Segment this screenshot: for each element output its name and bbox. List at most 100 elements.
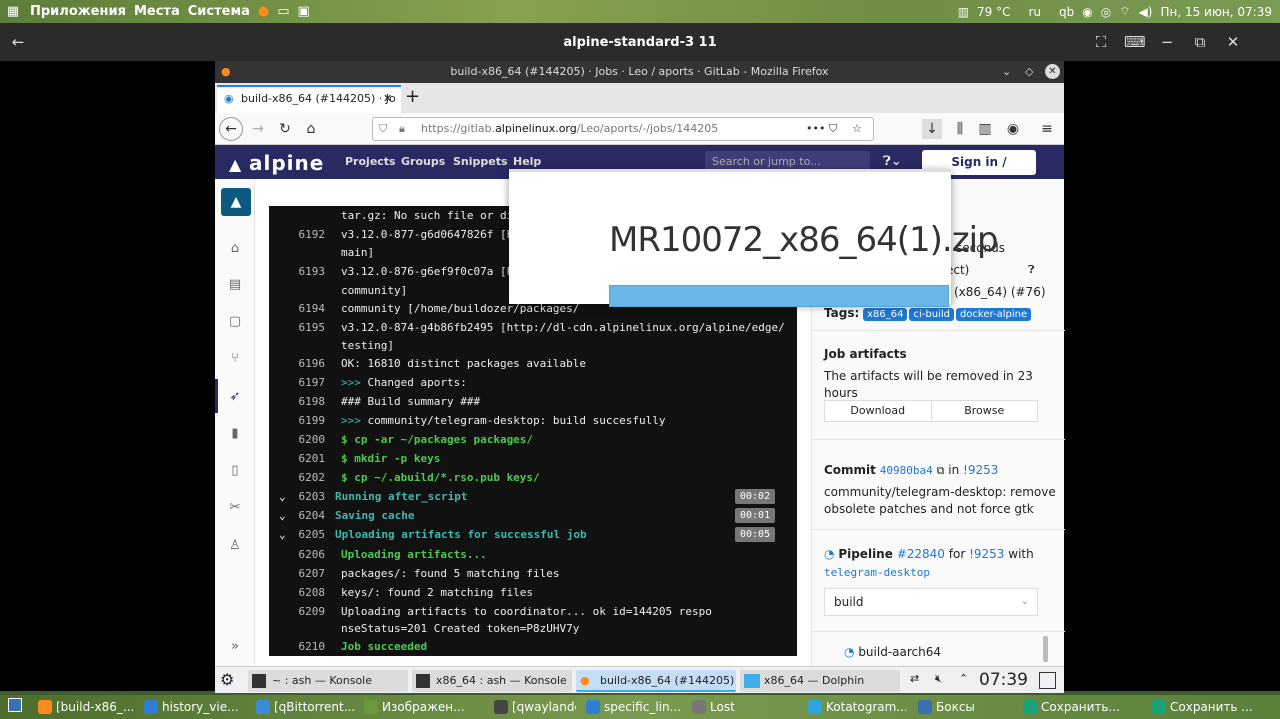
log-line-number[interactable]: 6192 xyxy=(295,225,326,244)
project-avatar-icon[interactable]: ▲ xyxy=(221,188,251,216)
fullscreen-icon[interactable]: ⛶ xyxy=(1091,32,1111,52)
panel-task[interactable]: Сохранить... xyxy=(1021,698,1141,716)
window-max-icon[interactable]: ◇ xyxy=(1025,61,1033,83)
log-line-number[interactable]: 6204 xyxy=(285,506,326,525)
commit-hash-link[interactable]: 40980ba4 xyxy=(880,464,933,477)
pipeline-link[interactable]: #22840 xyxy=(897,547,945,561)
task-dolphin[interactable]: x86_64 — Dolphin xyxy=(740,670,900,692)
log-line-number[interactable]: 6193 xyxy=(295,262,326,281)
page-actions-icon[interactable]: ••• xyxy=(806,118,825,140)
log-line-number[interactable]: 6203 xyxy=(285,487,326,506)
pocket-icon[interactable]: ⛉ xyxy=(829,118,837,140)
lock-icon[interactable]: 🔒︎ xyxy=(399,118,405,140)
editor-launcher-icon[interactable]: ▭ xyxy=(273,0,293,23)
menu-icon[interactable]: ≡ xyxy=(1037,119,1057,139)
log-line-number[interactable]: 6194 xyxy=(295,299,326,318)
reload-button[interactable]: ↻ xyxy=(275,119,295,139)
window-min-icon[interactable]: ⌄ xyxy=(1002,61,1011,83)
alpine-logo[interactable]: ▲ alpine xyxy=(229,151,324,175)
tab-build-job[interactable]: ◉ build-x86_64 (#144205) · Jo ✕ xyxy=(217,85,401,113)
tray-circle-icon[interactable]: ◎ xyxy=(1097,0,1115,23)
pipeline-branch-link[interactable]: telegram-desktop xyxy=(824,566,930,579)
log-line-number[interactable]: 6201 xyxy=(295,449,326,468)
minimize-icon[interactable]: − xyxy=(1157,32,1177,52)
tab-close-icon[interactable]: ✕ xyxy=(383,87,392,111)
collapse-sidebar-icon[interactable]: » xyxy=(227,639,243,655)
library-icon[interactable]: ⫼ xyxy=(950,119,970,139)
terminal-launcher-icon[interactable]: ▣ xyxy=(293,0,313,23)
log-line-number[interactable]: 6202 xyxy=(295,468,326,487)
panel-task[interactable]: Kotatogram... xyxy=(806,698,906,716)
log-line-number[interactable]: 6197 xyxy=(295,373,326,392)
home-button[interactable]: ⌂ xyxy=(301,119,321,139)
account-icon[interactable]: ◉ xyxy=(1003,119,1023,139)
restore-icon[interactable]: ⧉ xyxy=(1190,32,1210,52)
browse-button[interactable]: Browse xyxy=(932,401,1038,421)
back-button[interactable]: ← xyxy=(219,117,243,141)
menu-applications[interactable]: Приложения xyxy=(26,0,130,23)
log-line-number[interactable]: 6195 xyxy=(295,318,326,337)
tray-app-icon[interactable]: ◉ xyxy=(1078,0,1096,23)
log-line-number[interactable]: 6198 xyxy=(295,392,326,411)
show-desktop-icon[interactable] xyxy=(8,698,22,712)
panel-task[interactable]: specific_lin... xyxy=(584,698,684,716)
log-line-number[interactable]: 6199 xyxy=(295,411,326,430)
log-line-number[interactable]: 6206 xyxy=(295,545,326,564)
snippets-icon[interactable]: ✂ xyxy=(227,500,243,516)
rocket-icon[interactable]: ➶ xyxy=(227,389,243,405)
keyboard-layout[interactable]: ru xyxy=(1015,0,1056,23)
log-line-number[interactable]: 6208 xyxy=(295,583,326,602)
panel-task[interactable]: Сохранить ... xyxy=(1150,698,1274,716)
panel-task[interactable]: Lost xyxy=(690,698,760,716)
members-icon[interactable]: ♙ xyxy=(227,538,243,554)
repository-icon[interactable]: ▤ xyxy=(227,277,243,293)
nav-groups[interactable]: Groups xyxy=(401,155,445,168)
merge-requests-icon[interactable]: ⑂ xyxy=(227,351,243,367)
clock[interactable]: Пн, 15 июн, 07:39 xyxy=(1156,0,1280,23)
help-icon[interactable]: ❓︎⌄ xyxy=(883,154,902,169)
show-desktop-icon[interactable] xyxy=(1039,672,1056,689)
wiki-icon[interactable]: ▯ xyxy=(227,463,243,479)
panel-task[interactable]: Боксы xyxy=(916,698,1012,716)
nav-projects[interactable]: Projects xyxy=(345,155,396,168)
panel-task[interactable]: [build-x86_... xyxy=(36,698,136,716)
issues-icon[interactable]: ▢ xyxy=(227,314,243,330)
keyboard-icon[interactable]: ⌨ xyxy=(1124,32,1146,52)
copy-icon[interactable]: ⧉ xyxy=(937,464,945,477)
task-konsole-1[interactable]: ~ : ash — Konsole xyxy=(248,670,408,692)
shield-icon[interactable]: ⛉ xyxy=(379,118,387,140)
forward-button[interactable]: → xyxy=(248,119,268,139)
commit-mr-link[interactable]: !9253 xyxy=(963,463,998,477)
url-bar[interactable]: ⛉ 🔒︎ https://gitlab.alpinelinux.org/Leo/… xyxy=(372,117,874,141)
task-konsole-2[interactable]: x86_64 : ash — Konsole xyxy=(412,670,572,692)
qbittorrent-tray[interactable]: qb xyxy=(1055,0,1078,23)
stage-select[interactable]: build ⌄ xyxy=(824,588,1038,616)
window-close-icon[interactable]: ✕ xyxy=(1045,64,1060,79)
panel-task[interactable]: [qBittorrent... xyxy=(254,698,354,716)
tray-expand-icon[interactable]: ⌃ xyxy=(959,672,968,685)
wifi-icon[interactable]: ⌔ xyxy=(1115,0,1134,23)
log-line-number[interactable]: 6205 xyxy=(285,525,326,544)
mute-icon[interactable]: 🔇︎ xyxy=(935,672,942,686)
apps-grid-icon[interactable]: ▦ xyxy=(0,0,26,23)
home-icon[interactable]: ⌂ xyxy=(227,241,243,257)
firefox-launcher-icon[interactable]: ● xyxy=(254,0,273,23)
panel-task[interactable]: [qwaylandc... xyxy=(492,698,576,716)
remote-clock[interactable]: 07:39 xyxy=(979,670,1028,690)
pipeline-mr-link[interactable]: !9253 xyxy=(969,547,1004,561)
new-tab-button[interactable]: + xyxy=(405,86,420,107)
sidebar-scrollbar[interactable] xyxy=(1043,636,1048,662)
network-icon[interactable]: ⇄ xyxy=(910,672,919,685)
job-list-item[interactable]: ◔ build-aarch64 xyxy=(844,645,941,659)
log-line-number[interactable]: 6196 xyxy=(295,354,326,373)
panel-task[interactable]: history_vie... xyxy=(142,698,246,716)
question-icon[interactable]: ❓︎ xyxy=(1028,263,1035,277)
menu-places[interactable]: Места xyxy=(130,0,184,23)
log-line-number[interactable]: 6207 xyxy=(295,564,326,583)
close-icon[interactable]: ✕ xyxy=(1223,32,1243,52)
menu-system[interactable]: Система xyxy=(184,0,254,23)
nav-snippets[interactable]: Snippets xyxy=(453,155,508,168)
download-button[interactable]: Download xyxy=(825,401,932,421)
nav-help[interactable]: Help xyxy=(513,155,541,168)
bookmark-star-icon[interactable]: ☆ xyxy=(852,118,862,140)
